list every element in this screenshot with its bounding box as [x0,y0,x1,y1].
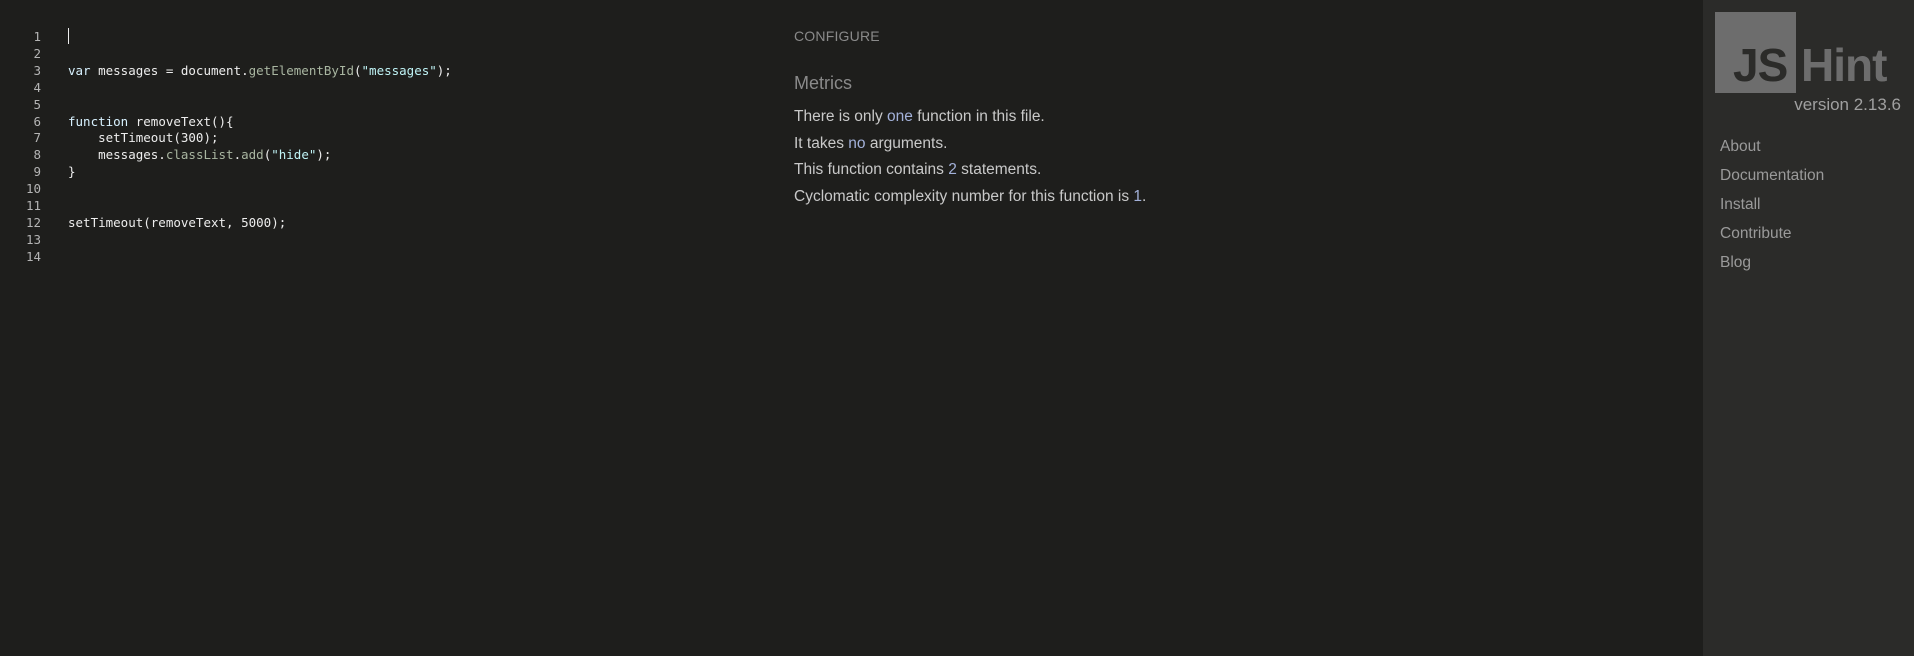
code-line[interactable]: 7 setTimeout(300); [0,129,760,146]
code-token: getElementById [248,62,354,78]
code-token: setTimeout(removeText, 5000); [68,214,287,230]
metric-value: 1 [1133,187,1143,205]
nav-item-documentation[interactable]: Documentation [1720,165,1824,194]
logo-js-text: JS [1733,39,1788,91]
code-token: messages. [68,147,166,163]
nav-item-contribute[interactable]: Contribute [1720,223,1824,252]
line-number: 3 [33,62,41,78]
code-token: "messages" [361,62,437,78]
sidebar-nav: About Documentation Install Contribute B… [1720,136,1824,281]
metric-line: It takes no arguments. [794,135,947,153]
code-line[interactable]: 5 [0,96,760,113]
code-token: ); [316,147,332,163]
jshint-logo[interactable]: JS Hint [1715,12,1905,94]
line-number: 2 [33,45,41,61]
metric-text: statements. [956,161,1042,179]
metric-value: one [887,108,913,125]
text-cursor [68,28,69,44]
nav-item-about[interactable]: About [1720,136,1824,165]
metric-text: . [1142,187,1147,205]
line-number: 11 [25,198,41,213]
metric-text: It takes [794,134,849,152]
version-label: version 2.13.6 [1794,95,1901,114]
code-line[interactable]: 12 setTimeout(removeText, 5000); [0,214,760,231]
code-line[interactable]: 3 var messages = document.getElementById(… [0,62,760,79]
line-number: 12 [25,214,41,230]
sidebar: JS Hint version 2.13.6 About Documentati… [1703,0,1914,656]
code-text: setTimeout(removeText, 5000); [68,214,286,231]
code-token: add [241,147,264,163]
configure-link[interactable]: CONFIGURE [794,28,880,44]
nav-item-blog[interactable]: Blog [1720,252,1824,281]
code-line[interactable]: 10 [0,180,760,197]
code-text: } [68,163,76,180]
code-line[interactable]: 14 [0,248,760,265]
code-line[interactable]: 13 [0,231,760,248]
code-token: ); [436,62,452,78]
code-token: removeText(){ [128,113,234,129]
line-number: 10 [25,181,41,197]
line-number: 14 [25,248,41,264]
code-token: var [68,62,91,78]
code-editor[interactable]: 1 2 3 var messages = document.getElementByI… [0,0,760,656]
metric-text: Cyclomatic complexity number for this fu… [794,187,1134,205]
code-line[interactable]: 9} [0,163,760,180]
metric-value: no [848,134,866,152]
nav-item-install[interactable]: Install [1720,194,1824,223]
metric-value: 2 [948,161,957,179]
metric-line: Cyclomatic complexity number for this fu… [794,188,1146,206]
code-token: function [68,113,129,129]
metrics-heading: Metrics [794,73,852,93]
code-line[interactable]: 6 function removeText(){ [0,113,760,130]
code-line[interactable]: 2 [0,45,760,62]
line-number: 13 [25,231,41,247]
line-number: 9 [33,164,41,180]
code-line[interactable]: 8 messages.classList.add("hide"); [0,146,760,163]
code-token: classList [165,147,234,163]
code-line[interactable]: 4 [0,79,760,96]
code-token: "hide" [271,147,317,163]
code-token: setTimeout(300); [68,130,219,146]
line-number: 5 [33,96,41,112]
logo-hint-text: Hint [1801,39,1887,91]
code-line[interactable]: 11 [0,197,760,214]
code-text: var messages = document.getElementById("… [68,62,452,79]
metric-text: arguments. [865,134,948,152]
code-text: messages.classList.add("hide"); [68,146,331,163]
code-token: ( [353,62,362,78]
code-line[interactable]: 1 [0,28,760,45]
line-number: 1 [33,29,41,44]
metric-line: There is only one function in this file. [794,108,1045,126]
code-token: messages = document. [90,62,249,78]
code-token: . [233,147,242,163]
metric-text: function in this file. [912,108,1045,125]
code-token: } [68,164,76,180]
metric-line: This function contains 2 statements. [794,161,1041,179]
code-text: function removeText(){ [68,113,234,130]
metric-text: There is only [794,108,888,125]
code-text: setTimeout(300); [68,129,219,146]
line-number: 8 [33,147,41,163]
line-number: 6 [33,113,41,129]
metric-text: This function contains [794,161,949,179]
line-number: 4 [33,79,41,95]
line-number: 7 [33,130,41,146]
